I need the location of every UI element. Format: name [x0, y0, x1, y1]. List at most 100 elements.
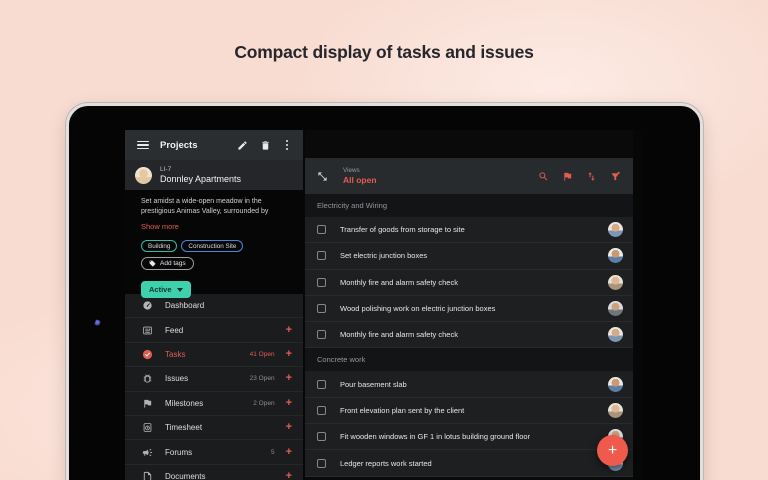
task-title: Wood polishing work on electric junction…: [340, 304, 496, 314]
project-sidebar: Projects LI-7 Donnley Apartments Set ami…: [125, 130, 303, 480]
flag-icon[interactable]: [562, 171, 573, 182]
sidebar-item-timesheet[interactable]: Timesheet +: [125, 416, 303, 441]
sidebar-item-label: Timesheet: [165, 423, 203, 433]
project-description-block: Set amidst a wide-open meadow in the pre…: [125, 190, 303, 298]
document-icon: [141, 471, 153, 480]
filter-add-icon[interactable]: [610, 171, 621, 182]
task-checkbox[interactable]: [317, 432, 326, 442]
bug-icon: [141, 373, 153, 384]
sidebar-item-label: Issues: [165, 374, 189, 384]
task-row[interactable]: Pour basement slab: [305, 371, 633, 398]
expand-icon[interactable]: [317, 171, 328, 182]
add-icon[interactable]: +: [286, 397, 292, 409]
assignee-avatar: [608, 248, 623, 264]
sidebar-item-milestones[interactable]: Milestones 2 Open +: [125, 392, 303, 416]
task-row[interactable]: Transfer of goods from storage to site: [305, 217, 633, 244]
more-options-icon[interactable]: [283, 139, 291, 150]
sidebar-item-documents[interactable]: Documents +: [125, 465, 303, 480]
chevron-down-icon: [176, 287, 183, 292]
views-label: Views: [343, 166, 360, 174]
task-title: Set electric junction boxes: [340, 251, 428, 261]
task-list: Electricity and Wiring Transfer of goods …: [305, 194, 633, 477]
add-tags-button[interactable]: Add tags: [141, 257, 194, 270]
views-value: All open: [343, 174, 377, 185]
task-section-header: Electricity and Wiring: [305, 194, 633, 217]
task-checkbox[interactable]: [317, 304, 326, 314]
task-title: Front elevation plan sent by the client: [340, 405, 465, 415]
task-row[interactable]: Front elevation plan sent by the client: [305, 397, 633, 425]
task-panel: Views All open Electricity and Wiring Tr…: [305, 130, 633, 480]
project-tag[interactable]: Construction Site: [181, 240, 244, 252]
menu-icon[interactable]: [137, 138, 149, 151]
sidebar-item-forums[interactable]: Forums 5 +: [125, 440, 303, 465]
tag-row: Building Construction Site: [141, 240, 293, 252]
search-icon[interactable]: [538, 171, 549, 182]
task-title: Pour basement slab: [340, 379, 407, 389]
delete-icon[interactable]: [260, 140, 271, 151]
assignee-avatar: [608, 301, 623, 317]
sidebar-item-issues[interactable]: Issues 23 Open +: [125, 367, 303, 392]
task-row[interactable]: Fit wooden windows in GF 1 in lotus buil…: [305, 424, 633, 451]
project-name: Donnley Apartments: [160, 173, 242, 184]
task-row[interactable]: Monthly fire and alarm safety check: [305, 269, 633, 296]
task-title: Fit wooden windows in GF 1 in lotus buil…: [340, 432, 531, 442]
sidebar-item-label: Dashboard: [165, 301, 205, 311]
task-row[interactable]: Ledger reports work started: [305, 450, 633, 477]
app-screen: Projects LI-7 Donnley Apartments Set ami…: [125, 130, 641, 480]
sidebar-item-dashboard[interactable]: Dashboard: [125, 294, 303, 319]
bezel-reflection: [94, 319, 101, 327]
sidebar-item-feed[interactable]: Feed +: [125, 318, 303, 343]
sort-icon[interactable]: [586, 171, 597, 182]
assignee-avatar: [608, 376, 623, 392]
add-icon[interactable]: +: [286, 470, 292, 480]
show-more-link[interactable]: Show more: [141, 222, 179, 231]
project-avatar: [135, 166, 152, 184]
add-tags-label: Add tags: [160, 260, 186, 267]
open-count-badge: 2 Open: [253, 399, 275, 407]
assignee-avatar: [608, 402, 623, 418]
sidebar-item-tasks[interactable]: Tasks 41 Open +: [125, 343, 303, 368]
gauge-icon: [141, 300, 153, 311]
sidebar-item-label: Tasks: [165, 349, 186, 359]
tablet-frame: Projects LI-7 Donnley Apartments Set ami…: [66, 103, 703, 480]
task-title: Ledger reports work started: [340, 458, 432, 468]
add-icon[interactable]: +: [286, 348, 292, 360]
task-checkbox[interactable]: [317, 458, 326, 468]
views-selector[interactable]: Views All open: [343, 167, 538, 186]
panel-spacer: [305, 130, 633, 158]
task-row[interactable]: Monthly fire and alarm safety check: [305, 322, 633, 349]
assignee-avatar: [608, 222, 623, 238]
megaphone-icon: [141, 447, 153, 458]
sidebar-item-label: Milestones: [165, 398, 204, 408]
timesheet-icon: [141, 422, 153, 433]
project-code: LI-7: [160, 165, 172, 173]
task-section-header: Concrete work: [305, 348, 633, 372]
task-checkbox[interactable]: [317, 405, 326, 415]
page: Compact display of tasks and issues Proj…: [0, 0, 768, 480]
edit-icon[interactable]: [237, 140, 248, 151]
app-title: Projects: [160, 139, 198, 151]
project-header[interactable]: LI-7 Donnley Apartments: [125, 160, 303, 190]
task-checkbox[interactable]: [317, 379, 326, 389]
task-checkbox[interactable]: [317, 251, 326, 261]
tag-icon: [149, 260, 156, 267]
task-checkbox[interactable]: [317, 330, 326, 340]
assignee-avatar: [608, 327, 623, 343]
add-icon[interactable]: +: [286, 373, 292, 384]
open-count-badge: 23 Open: [249, 375, 275, 383]
task-title: Monthly fire and alarm safety check: [340, 277, 458, 287]
add-task-fab[interactable]: +: [597, 435, 628, 466]
task-row[interactable]: Wood polishing work on electric junction…: [305, 295, 633, 323]
add-icon[interactable]: +: [286, 446, 292, 458]
project-tag[interactable]: Building: [141, 240, 178, 252]
add-icon[interactable]: +: [286, 422, 292, 433]
task-checkbox[interactable]: [317, 225, 326, 235]
task-title: Monthly fire and alarm safety check: [340, 330, 458, 340]
task-checkbox[interactable]: [317, 277, 326, 287]
add-icon[interactable]: +: [286, 324, 292, 336]
assignee-avatar: [608, 274, 623, 290]
page-title: Compact display of tasks and issues: [234, 42, 534, 62]
views-toolbar: Views All open: [305, 158, 633, 194]
sidebar-item-label: Forums: [165, 447, 193, 457]
task-row[interactable]: Set electric junction boxes: [305, 243, 633, 270]
